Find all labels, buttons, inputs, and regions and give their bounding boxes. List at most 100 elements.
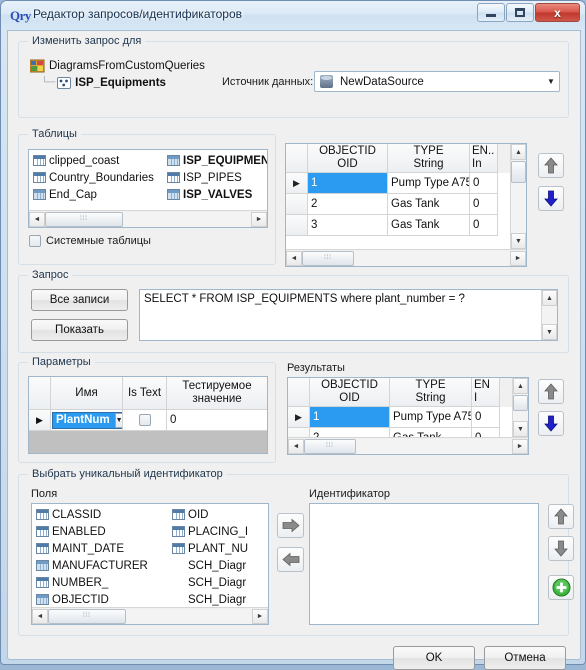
cell-type[interactable]: Gas Tank	[388, 194, 470, 215]
vscroll-thumb[interactable]	[511, 161, 526, 183]
tables-preview-grid[interactable]: OBJECTID OID TYPE String EN.. In ▶ 1 Pum…	[285, 143, 527, 267]
minimize-button[interactable]	[477, 3, 505, 22]
hscroll-thumb[interactable]: ⦙⦙⦙	[302, 250, 354, 266]
scroll-up-icon[interactable]: ▲	[511, 144, 526, 160]
table-row[interactable]: ▶ 1 Pump Type A75 0	[286, 173, 510, 194]
cell-objectid[interactable]: 1	[310, 407, 390, 428]
scroll-left-icon[interactable]: ◄	[288, 438, 304, 454]
tree-node-root[interactable]: DiagramsFromCustomQueries	[30, 58, 205, 74]
scroll-right-icon[interactable]: ►	[252, 608, 268, 624]
param-name-combo[interactable]: PlantNum ▼	[52, 411, 122, 429]
list-item[interactable]: End_Cap	[31, 186, 171, 203]
list-item[interactable]: SCH_Diagr	[170, 557, 268, 574]
grid-col-type[interactable]: TYPE String	[390, 378, 472, 407]
hscroll-track[interactable]: ⦙⦙⦙	[48, 608, 252, 624]
hscroll-thumb[interactable]: ⦙⦙⦙	[48, 608, 126, 624]
scroll-up-icon[interactable]: ▲	[513, 378, 528, 394]
list-item-selected[interactable]: ISP_EQUIPMENTS	[165, 152, 267, 169]
parameters-grid[interactable]: Имя Is Text Тестируемое значение ▶ Plant…	[28, 376, 268, 454]
table-row[interactable]: 2 Gas Tank 0	[286, 194, 510, 215]
identifier-listbox[interactable]	[309, 503, 539, 625]
list-item[interactable]: ISP_VALVES	[165, 186, 267, 203]
hscroll-thumb[interactable]: ⦙⦙⦙	[45, 211, 123, 227]
tables-move-up-button[interactable]	[538, 153, 564, 178]
table-row[interactable]: 2 Gas Tank 0	[288, 428, 512, 437]
chevron-down-icon[interactable]: ▼	[114, 412, 122, 428]
results-move-down-button[interactable]	[538, 411, 564, 436]
cancel-button[interactable]: Отмена	[484, 646, 566, 670]
remove-identifier-button[interactable]	[277, 547, 304, 572]
list-item[interactable]: Country_Boundaries	[31, 169, 171, 186]
grid-col-enabled[interactable]: EN.. In	[470, 144, 498, 173]
cell-type[interactable]: Gas Tank	[388, 215, 470, 236]
cell-type[interactable]: Gas Tank	[390, 428, 472, 437]
list-item[interactable]: SCH_Diagr	[170, 574, 268, 591]
param-col-testvalue[interactable]: Тестируемое значение	[167, 377, 267, 410]
vscroll-thumb[interactable]	[513, 395, 528, 411]
checkbox-icon[interactable]	[138, 414, 151, 426]
param-name-cell[interactable]: PlantNum ▼	[51, 410, 123, 431]
hscroll-track[interactable]: ⦙⦙⦙	[302, 250, 510, 266]
cell-enabled[interactable]: 0	[470, 173, 498, 194]
fields-listbox[interactable]: CLASSID ENABLED MAINT_DATE MANUFACTURER …	[31, 503, 269, 625]
fields-listbox-hscrollbar[interactable]: ◄ ⦙⦙⦙ ►	[32, 607, 268, 624]
hscroll-track[interactable]: ⦙⦙⦙	[304, 438, 512, 454]
cell-type[interactable]: Pump Type A75	[388, 173, 470, 194]
cell-objectid[interactable]: 2	[308, 194, 388, 215]
cell-objectid[interactable]: 2	[310, 428, 390, 437]
param-col-istext[interactable]: Is Text	[123, 377, 167, 410]
scroll-down-icon[interactable]: ▼	[542, 324, 557, 340]
param-istext-cell[interactable]	[123, 410, 167, 431]
grid-vscrollbar[interactable]: ▲ ▼	[510, 144, 526, 249]
cell-type[interactable]: Pump Type A75	[390, 407, 472, 428]
results-move-up-button[interactable]	[538, 379, 564, 404]
system-tables-checkbox[interactable]: Системные таблицы	[29, 235, 151, 247]
show-button[interactable]: Показать	[31, 319, 128, 341]
datasource-combo[interactable]: NewDataSource ▼	[314, 71, 560, 92]
identifier-move-up-button[interactable]	[548, 504, 574, 529]
list-item[interactable]: PLANT_NU	[170, 540, 268, 557]
list-item[interactable]: OBJECTID	[34, 591, 154, 608]
cell-enabled[interactable]: 0	[472, 407, 500, 428]
add-identifier-button[interactable]	[277, 513, 304, 538]
sql-vscrollbar[interactable]: ▲ ▼	[541, 290, 557, 340]
parameters-row[interactable]: ▶ PlantNum ▼ 0	[29, 410, 267, 431]
tables-listbox[interactable]: clipped_coast Country_Boundaries End_Cap	[28, 149, 268, 228]
list-item[interactable]: clipped_coast	[31, 152, 171, 169]
grid-col-objectid[interactable]: OBJECTID OID	[308, 144, 388, 173]
hscroll-thumb[interactable]: ⦙⦙⦙	[304, 438, 356, 454]
scroll-down-icon[interactable]: ▼	[511, 233, 526, 249]
checkbox-icon[interactable]	[29, 235, 41, 247]
hscroll-track[interactable]: ⦙⦙⦙	[45, 211, 251, 227]
list-item[interactable]: CLASSID	[34, 506, 154, 523]
identifier-move-down-button[interactable]	[548, 536, 574, 561]
scroll-left-icon[interactable]: ◄	[286, 250, 302, 266]
grid-hscrollbar[interactable]: ◄ ⦙⦙⦙ ►	[288, 437, 528, 454]
table-row[interactable]: ▶ 1 Pump Type A75 0	[288, 407, 512, 428]
param-testvalue-cell[interactable]: 0	[167, 410, 267, 431]
grid-col-enabled[interactable]: EN I	[472, 378, 500, 407]
cell-enabled[interactable]: 0	[470, 194, 498, 215]
scroll-right-icon[interactable]: ►	[512, 438, 528, 454]
list-item[interactable]: ISP_PIPES	[165, 169, 267, 186]
list-item[interactable]: OID	[170, 506, 268, 523]
results-grid[interactable]: OBJECTID OID TYPE String EN I ▶ 1 Pump T…	[287, 377, 529, 455]
identifier-add-new-button[interactable]	[548, 575, 574, 600]
cell-enabled[interactable]: 0	[472, 428, 500, 437]
list-item[interactable]: MANUFACTURER	[34, 557, 154, 574]
close-button[interactable]: x	[535, 3, 580, 22]
list-item[interactable]: MAINT_DATE	[34, 540, 154, 557]
ok-button[interactable]: OK	[393, 646, 475, 670]
list-item[interactable]: NUMBER_	[34, 574, 154, 591]
scroll-left-icon[interactable]: ◄	[29, 211, 45, 227]
table-row[interactable]: 3 Gas Tank 0	[286, 215, 510, 236]
cell-objectid[interactable]: 1	[308, 173, 388, 194]
scroll-left-icon[interactable]: ◄	[32, 608, 48, 624]
tree-node-child[interactable]: └─ ISP_Equipments	[30, 74, 205, 91]
cell-enabled[interactable]: 0	[470, 215, 498, 236]
sql-query-textarea[interactable]: SELECT * FROM ISP_EQUIPMENTS where plant…	[139, 289, 558, 341]
grid-vscrollbar[interactable]: ▲ ▼	[512, 378, 528, 437]
scroll-down-icon[interactable]: ▼	[513, 421, 528, 437]
tables-move-down-button[interactable]	[538, 186, 564, 211]
list-item[interactable]: SCH_Diagr	[170, 591, 268, 608]
